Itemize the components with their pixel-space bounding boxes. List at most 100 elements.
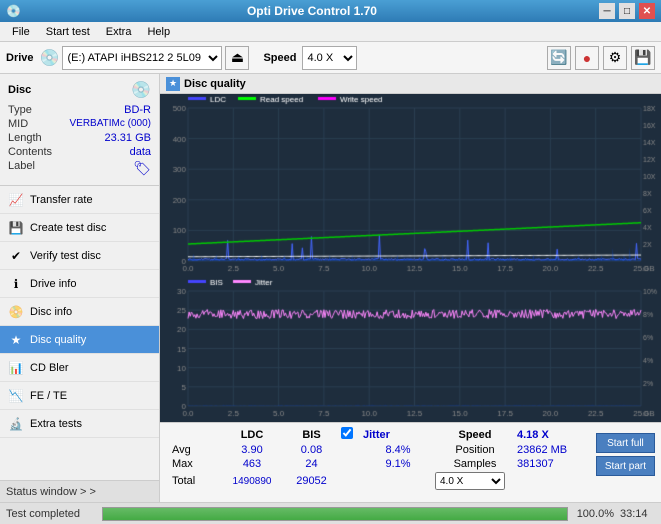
disc-quality-header: ★ Disc quality: [160, 74, 661, 94]
disc-length-label: Length: [8, 132, 42, 144]
disc-panel-icon: 💿: [131, 80, 151, 100]
menu-start-test[interactable]: Start test: [38, 24, 98, 40]
nav-create-test-disc[interactable]: 💾 Create test disc: [0, 214, 159, 242]
stats-position-val: 23862 MB: [517, 444, 597, 456]
stats-col-jitter-check: [341, 427, 361, 442]
nav-transfer-rate-label: Transfer rate: [30, 194, 93, 206]
nav-fe-te[interactable]: 📉 FE / TE: [0, 382, 159, 410]
status-window-label: Status window > >: [6, 486, 96, 498]
disc-type-row: Type BD-R: [8, 104, 151, 116]
menu-help[interactable]: Help: [139, 24, 178, 40]
disc-button[interactable]: ●: [575, 46, 599, 70]
nav-extra-tests[interactable]: 🔬 Extra tests: [0, 410, 159, 438]
speed-stats-select[interactable]: 4.0 X: [435, 472, 505, 490]
right-panel: ★ Disc quality LDC BIS Jitter: [160, 74, 661, 502]
total-label: Total: [172, 475, 220, 487]
maximize-button[interactable]: □: [619, 3, 635, 19]
jitter-checkbox[interactable]: [341, 427, 353, 439]
stats-col-position: Position: [435, 444, 515, 456]
nav-drive-info[interactable]: ℹ Drive info: [0, 270, 159, 298]
charts-area: [160, 94, 661, 422]
disc-panel-title: Disc: [8, 84, 31, 96]
create-test-disc-icon: 💾: [8, 220, 24, 236]
top-chart: [160, 94, 661, 277]
disc-label-value: 🏷: [133, 160, 151, 177]
nav-fe-te-label: FE / TE: [30, 390, 67, 402]
titlebar-title: Opti Drive Control 1.70: [247, 4, 377, 18]
top-chart-canvas: [160, 94, 661, 277]
stats-col-speed: Speed: [435, 429, 515, 441]
disc-type-value: BD-R: [124, 104, 151, 116]
disc-length-row: Length 23.31 GB: [8, 132, 151, 144]
menu-file[interactable]: File: [4, 24, 38, 40]
stats-col-ldc: LDC: [222, 429, 282, 441]
toolbar-right: 🔄 ● ⚙ 💾: [547, 46, 655, 70]
speed-select[interactable]: 4.0 X: [302, 46, 357, 70]
close-button[interactable]: ✕: [639, 3, 655, 19]
nav-disc-quality[interactable]: ★ Disc quality: [0, 326, 159, 354]
drive-select[interactable]: (E:) ATAPI iHBS212 2 5L09: [62, 46, 222, 70]
nav-transfer-rate[interactable]: 📈 Transfer rate: [0, 186, 159, 214]
start-buttons: Start full Start part: [596, 433, 655, 476]
save-button[interactable]: 💾: [631, 46, 655, 70]
disc-label-icon: 🏷: [133, 160, 151, 177]
ldc-avg: 3.90: [222, 444, 282, 456]
drive-icon: 💿: [40, 48, 60, 68]
titlebar-icon: 💿: [6, 4, 21, 18]
stats-col-samples: Samples: [435, 458, 515, 470]
disc-length-value: 23.31 GB: [105, 132, 151, 144]
nav-verify-test-disc[interactable]: ✔ Verify test disc: [0, 242, 159, 270]
main-layout: Disc 💿 Type BD-R MID VERBATIMc (000) Len…: [0, 74, 661, 502]
verify-test-disc-icon: ✔: [8, 248, 24, 264]
refresh-button[interactable]: 🔄: [547, 46, 571, 70]
disc-mid-label: MID: [8, 118, 28, 130]
disc-type-label: Type: [8, 104, 32, 116]
nav-verify-test-disc-label: Verify test disc: [30, 250, 101, 262]
stats-footer: LDC BIS Jitter Speed 4.18 X Avg 3.90 0.0…: [160, 422, 661, 502]
nav-extra-tests-label: Extra tests: [30, 418, 82, 430]
nav-disc-info[interactable]: 📀 Disc info: [0, 298, 159, 326]
disc-mid-row: MID VERBATIMc (000): [8, 118, 151, 130]
eject-button[interactable]: ⏏: [225, 46, 249, 70]
cd-bler-icon: 📊: [8, 360, 24, 376]
start-full-button[interactable]: Start full: [596, 433, 655, 453]
stats-col-speed-val: 4.18 X: [517, 429, 597, 441]
bottom-chart: [160, 277, 661, 422]
progress-time: 33:14: [620, 508, 655, 520]
status-window-button[interactable]: Status window > >: [0, 480, 159, 502]
nav-list: 📈 Transfer rate 💾 Create test disc ✔ Ver…: [0, 186, 159, 438]
progress-bar-area: Test completed 100.0% 33:14: [0, 502, 661, 524]
disc-contents-value: data: [130, 146, 151, 158]
ldc-total: 1490890: [222, 476, 282, 487]
nav-cd-bler[interactable]: 📊 CD Bler: [0, 354, 159, 382]
settings-button[interactable]: ⚙: [603, 46, 627, 70]
bis-max: 24: [284, 458, 339, 470]
disc-mid-value: VERBATIMc (000): [70, 118, 152, 130]
progress-percent: 100.0%: [574, 508, 614, 520]
speed-label: Speed: [263, 52, 296, 64]
jitter-avg: 8.4%: [363, 444, 433, 456]
nav-disc-info-label: Disc info: [30, 306, 72, 318]
bis-avg: 0.08: [284, 444, 339, 456]
menubar: File Start test Extra Help: [0, 22, 661, 42]
disc-quality-header-icon: ★: [166, 77, 180, 91]
disc-info-icon: 📀: [8, 304, 24, 320]
minimize-button[interactable]: ─: [599, 3, 615, 19]
stats-samples-val: 381307: [517, 458, 597, 470]
stats-col-bis: BIS: [284, 429, 339, 441]
disc-quality-icon: ★: [8, 332, 24, 348]
disc-label-row: Label 🏷: [8, 160, 151, 177]
disc-quality-title: Disc quality: [184, 78, 246, 90]
disc-info-panel: Disc 💿 Type BD-R MID VERBATIMc (000) Len…: [0, 74, 159, 186]
bottom-chart-canvas: [160, 277, 661, 422]
extra-tests-icon: 🔬: [8, 416, 24, 432]
drive-info-icon: ℹ: [8, 276, 24, 292]
titlebar-controls: ─ □ ✕: [599, 3, 655, 19]
start-part-button[interactable]: Start part: [596, 456, 655, 476]
nav-disc-quality-label: Disc quality: [30, 334, 86, 346]
nav-cd-bler-label: CD Bler: [30, 362, 69, 374]
progress-bar-fill: [103, 508, 567, 520]
avg-label: Avg: [172, 444, 220, 456]
transfer-rate-icon: 📈: [8, 192, 24, 208]
menu-extra[interactable]: Extra: [98, 24, 140, 40]
